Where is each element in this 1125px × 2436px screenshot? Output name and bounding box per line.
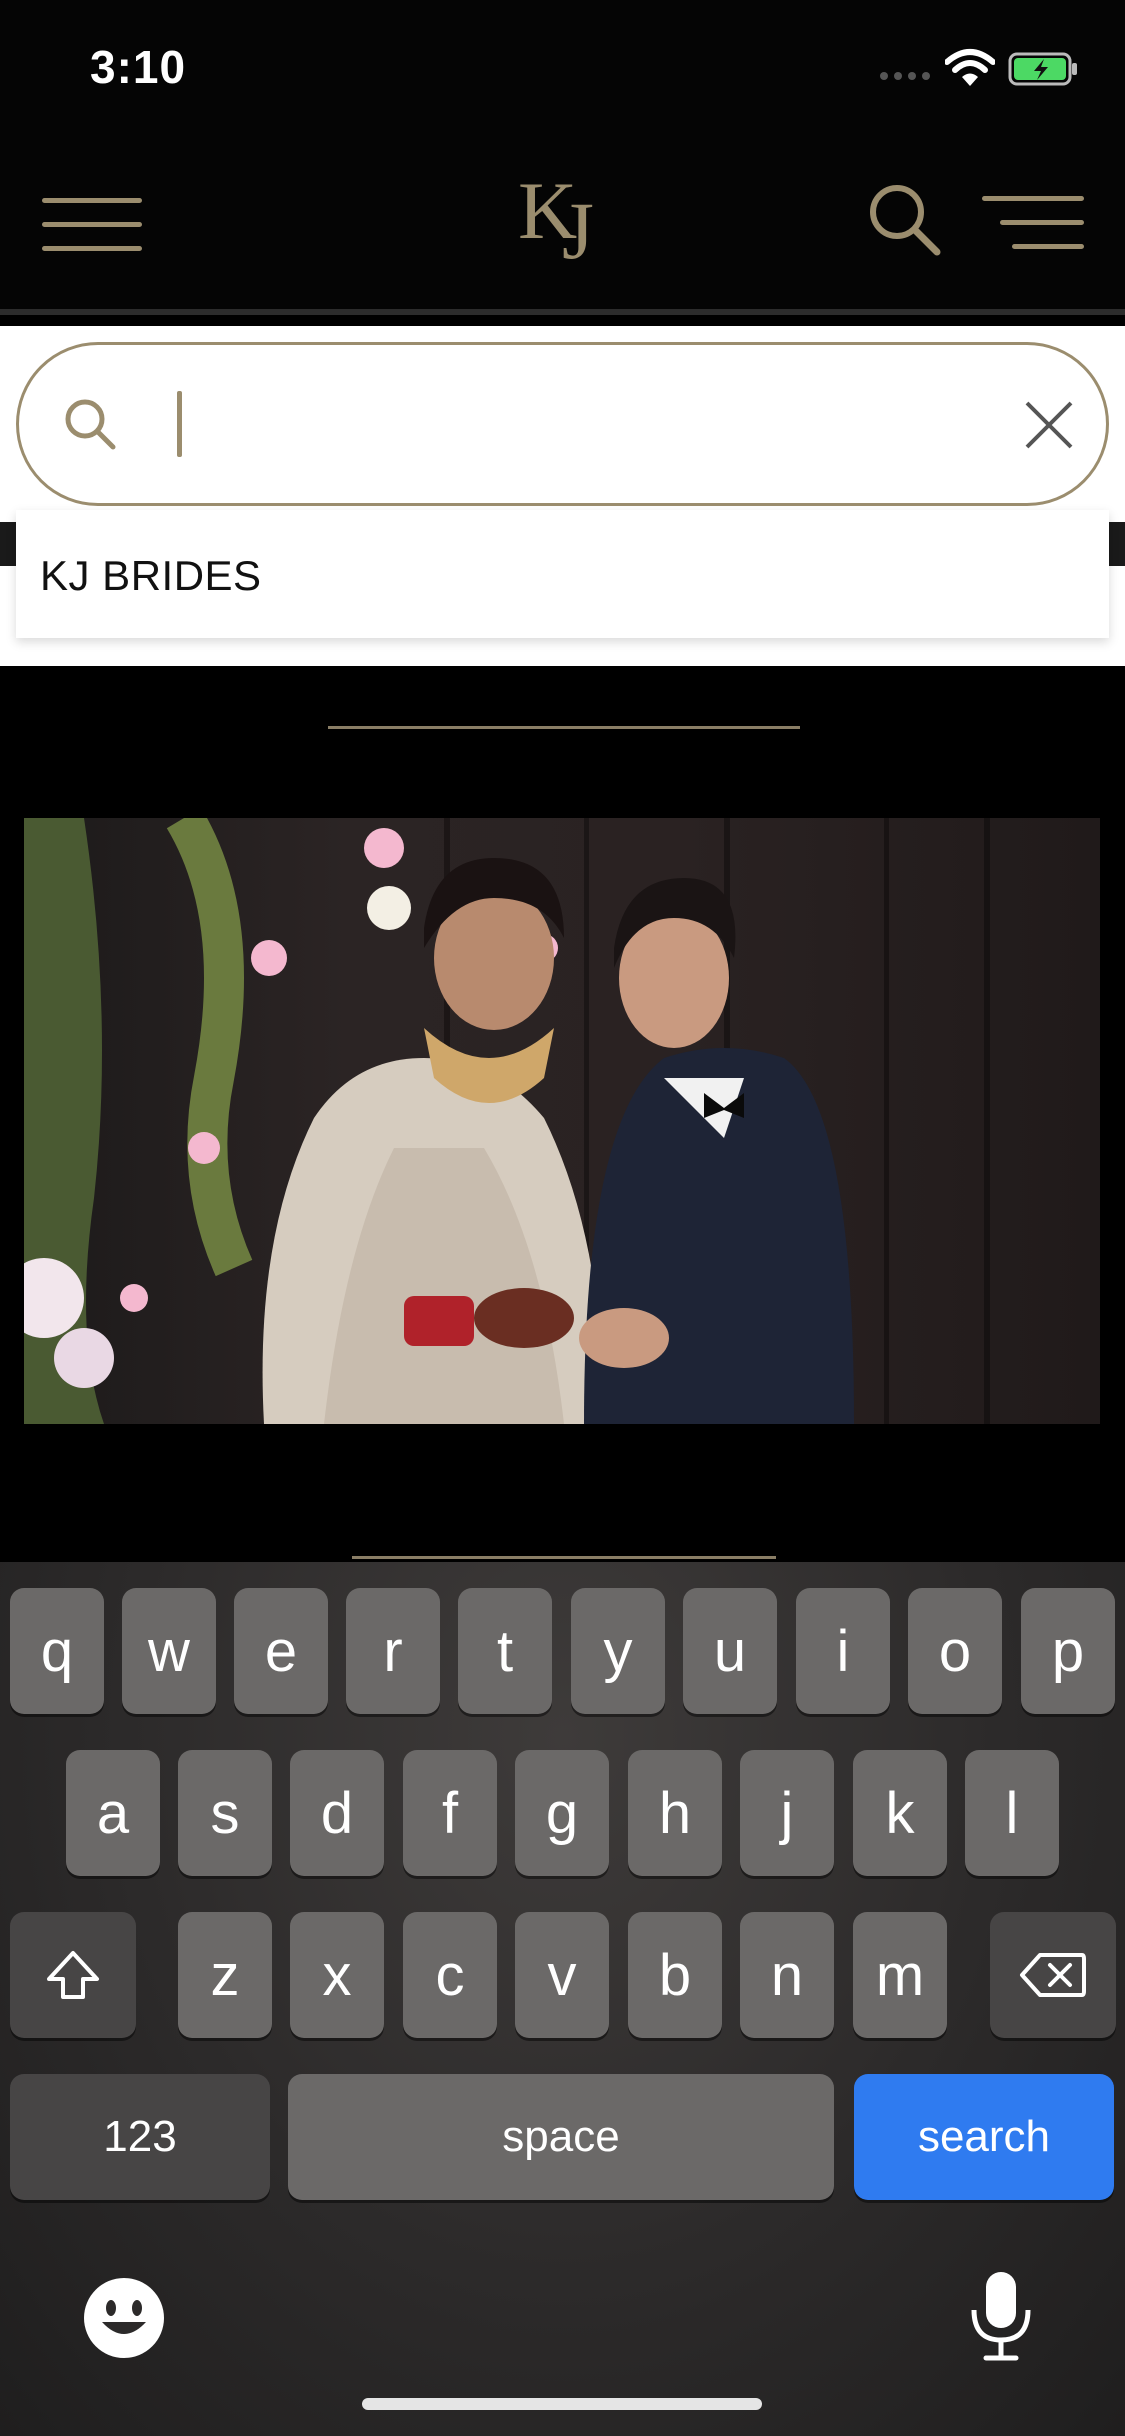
app-header: K J <box>0 130 1125 315</box>
key-n[interactable]: n <box>740 1912 834 2038</box>
microphone-icon[interactable] <box>966 2270 1036 2364</box>
divider <box>328 726 800 729</box>
numbers-key[interactable]: 123 <box>10 2074 270 2200</box>
delete-key[interactable] <box>990 1912 1116 2038</box>
key-r[interactable]: r <box>346 1588 440 1714</box>
key-y[interactable]: y <box>571 1588 665 1714</box>
key-q[interactable]: q <box>10 1588 104 1714</box>
key-t[interactable]: t <box>458 1588 552 1714</box>
key-b[interactable]: b <box>628 1912 722 2038</box>
key-v[interactable]: v <box>515 1912 609 2038</box>
menu-lines-icon[interactable] <box>982 196 1084 254</box>
wifi-icon <box>945 49 995 86</box>
space-key[interactable]: space <box>288 2074 834 2200</box>
key-p[interactable]: p <box>1021 1588 1115 1714</box>
key-w[interactable]: w <box>122 1588 216 1714</box>
kj-logo[interactable]: K J <box>500 160 630 280</box>
search-field[interactable] <box>16 342 1109 506</box>
keyboard: q w e r t y u i o p a s d f g h j k l z … <box>0 1562 1125 2436</box>
key-o[interactable]: o <box>908 1588 1002 1714</box>
search-icon <box>65 399 116 450</box>
close-icon[interactable] <box>1019 395 1079 455</box>
suggestion-label: KJ BRIDES <box>40 552 262 599</box>
text-cursor <box>177 391 182 457</box>
key-u[interactable]: u <box>683 1588 777 1714</box>
divider <box>352 1556 776 1559</box>
key-a[interactable]: a <box>66 1750 160 1876</box>
shift-arrow-icon <box>47 1951 99 1999</box>
key-c[interactable]: c <box>403 1912 497 2038</box>
key-f[interactable]: f <box>403 1750 497 1876</box>
shift-key[interactable] <box>10 1912 136 2038</box>
key-s[interactable]: s <box>178 1750 272 1876</box>
key-l[interactable]: l <box>965 1750 1059 1876</box>
search-panel: KJ BRIDES <box>0 326 1125 666</box>
battery-charging-icon <box>1008 52 1077 86</box>
key-z[interactable]: z <box>178 1912 272 2038</box>
key-d[interactable]: d <box>290 1750 384 1876</box>
key-m[interactable]: m <box>853 1912 947 2038</box>
emoji-icon[interactable] <box>82 2276 166 2360</box>
cellular-signal-icon <box>880 72 930 80</box>
backspace-icon <box>1020 1953 1086 1997</box>
search-input[interactable] <box>194 375 994 475</box>
hamburger-menu-icon[interactable] <box>42 198 142 254</box>
status-bar: 3:10 <box>0 0 1125 130</box>
couple-photo[interactable] <box>24 818 1100 1424</box>
home-indicator[interactable] <box>362 2398 762 2410</box>
key-e[interactable]: e <box>234 1588 328 1714</box>
key-k[interactable]: k <box>853 1750 947 1876</box>
key-h[interactable]: h <box>628 1750 722 1876</box>
logo-letter-j: J <box>562 185 594 276</box>
key-i[interactable]: i <box>796 1588 890 1714</box>
search-key[interactable]: search <box>854 2074 1114 2200</box>
key-j[interactable]: j <box>740 1750 834 1876</box>
suggestion-item[interactable]: KJ BRIDES <box>16 510 1109 638</box>
key-g[interactable]: g <box>515 1750 609 1876</box>
search-icon[interactable] <box>865 180 945 260</box>
status-time: 3:10 <box>90 41 187 93</box>
key-x[interactable]: x <box>290 1912 384 2038</box>
